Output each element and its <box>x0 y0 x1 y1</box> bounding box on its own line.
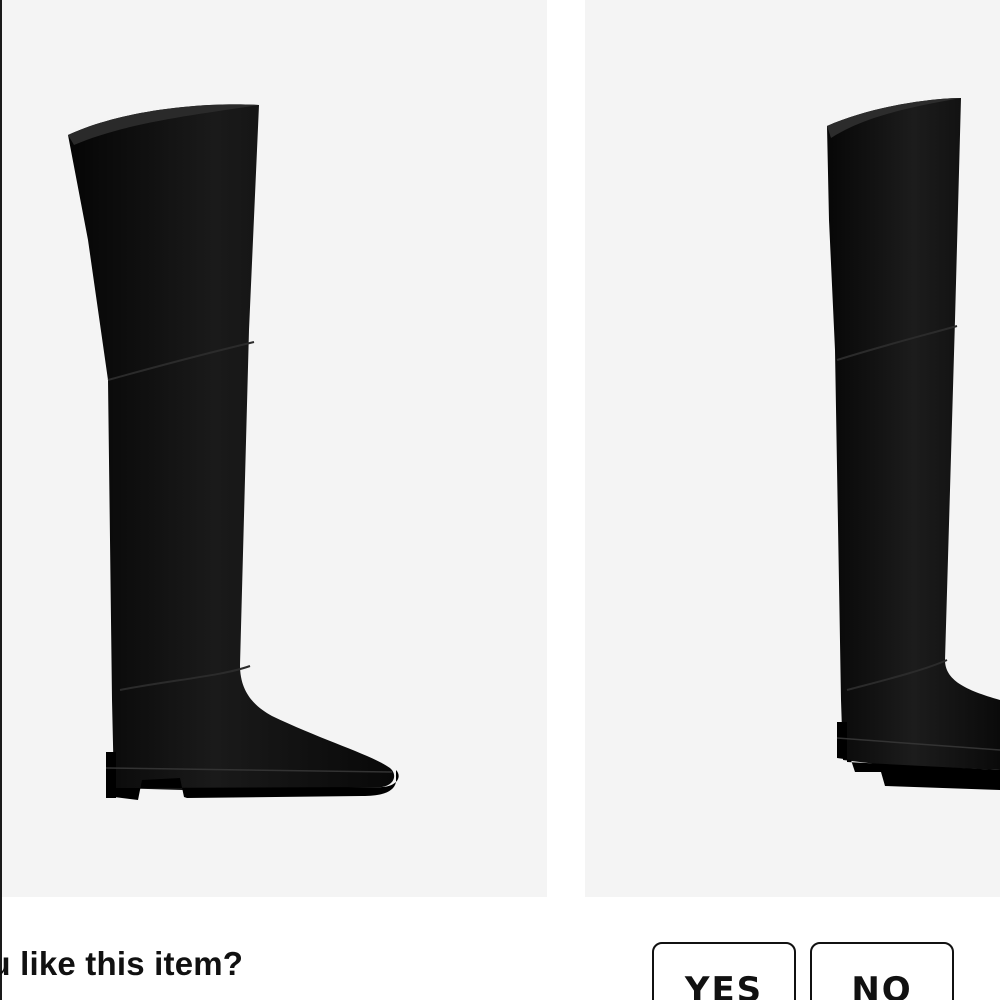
boot-image-angled <box>827 98 1000 790</box>
product-feedback-page: ou like this item? YES NO <box>0 0 1000 1000</box>
feedback-question: ou like this item? <box>0 945 244 982</box>
boot-shaft <box>827 98 1000 770</box>
no-button[interactable]: NO <box>810 942 954 1000</box>
boot-shaft <box>68 104 395 791</box>
product-image-angled-view[interactable] <box>585 0 1000 897</box>
yes-button[interactable]: YES <box>652 942 796 1000</box>
boot-image-side <box>68 104 399 800</box>
product-image-side-view[interactable] <box>2 0 547 897</box>
